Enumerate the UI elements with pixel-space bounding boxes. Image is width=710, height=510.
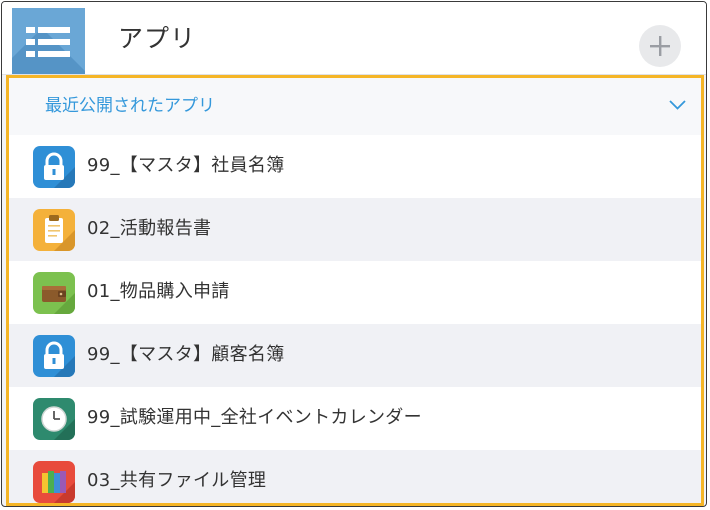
app-row[interactable]: 99_【マスタ】社員名簿 <box>9 135 701 198</box>
app-name: 99_【マスタ】顧客名簿 <box>87 344 285 365</box>
app-row[interactable]: 02_活動報告書 <box>9 198 701 261</box>
app-name: 02_活動報告書 <box>87 218 212 239</box>
recent-apps-list: 99_【マスタ】社員名簿 02_活動報告書 01_物品購入申請 99_【マスタ】… <box>9 135 701 503</box>
clipboard-icon <box>33 209 75 251</box>
app-row[interactable]: 01_物品購入申請 <box>9 261 701 324</box>
clock-icon <box>33 398 75 440</box>
lock-icon <box>33 335 75 377</box>
app-name: 01_物品購入申請 <box>87 281 230 302</box>
add-app-button[interactable] <box>639 25 681 67</box>
recent-apps-panel: 最近公開されたアプリ 99_【マスタ】社員名簿 02_活動報告書 01_物品購入… <box>6 75 704 506</box>
app-name: 99_試験運用中_全社イベントカレンダー <box>87 407 422 428</box>
app-row[interactable]: 99_【マスタ】顧客名簿 <box>9 324 701 387</box>
page-title: アプリ <box>118 24 197 53</box>
app-name: 99_【マスタ】社員名簿 <box>87 155 285 176</box>
binders-icon <box>33 461 75 503</box>
recent-apps-label: 最近公開されたアプリ <box>45 96 215 116</box>
menu-button[interactable] <box>12 8 85 74</box>
app-row[interactable]: 03_共有ファイル管理 <box>9 450 701 503</box>
lock-icon <box>33 146 75 188</box>
app-name: 03_共有ファイル管理 <box>87 470 267 491</box>
app-row[interactable]: 99_試験運用中_全社イベントカレンダー <box>9 387 701 450</box>
menu-list-icon <box>26 27 70 57</box>
recent-apps-header[interactable]: 最近公開されたアプリ <box>9 78 701 136</box>
app-header: アプリ <box>2 2 706 75</box>
plus-icon <box>650 36 670 56</box>
wallet-icon <box>33 272 75 314</box>
chevron-down-icon[interactable] <box>669 100 686 110</box>
app-window: アプリ 最近公開されたアプリ 99_【マスタ】社員名簿 02_活動報告書 01_… <box>1 1 707 507</box>
